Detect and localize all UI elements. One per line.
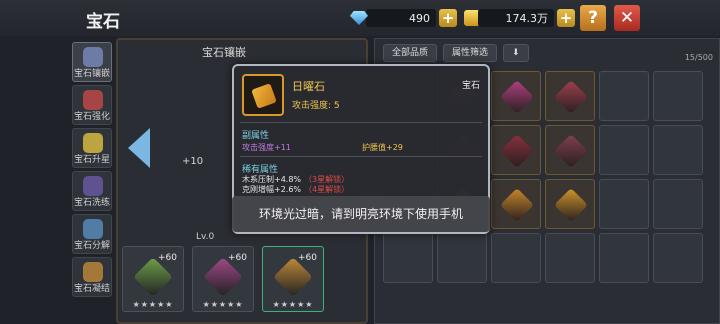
- inventory-cell[interactable]: [491, 71, 541, 121]
- gem-name: 日曜石: [292, 80, 325, 93]
- gem-type: 宝石: [461, 81, 480, 91]
- gem-item-icon: [554, 134, 588, 168]
- equipped-gem-slot[interactable]: +60 ★★★★★: [262, 246, 324, 312]
- gem-item-icon: [500, 80, 534, 114]
- side-tab[interactable]: 宝石升星: [72, 128, 112, 168]
- inventory-cell[interactable]: [383, 233, 433, 283]
- gem-icon: [273, 257, 313, 297]
- sub-attr-armor: 护腰值+29: [362, 143, 403, 152]
- sort-button[interactable]: ⬇: [503, 44, 529, 62]
- rare-attr-2: 克刚增幅+2.6%: [242, 185, 302, 194]
- side-tab-label: 宝石镶嵌: [73, 69, 110, 79]
- inventory-cell[interactable]: [599, 233, 649, 283]
- diamond-amount: 490: [366, 9, 436, 27]
- gem-item-icon: [242, 74, 284, 116]
- inventory-cell[interactable]: [491, 233, 541, 283]
- quality-filter-button[interactable]: 全部品质: [383, 44, 438, 62]
- gem-socket-icon: [83, 47, 103, 67]
- add-gold-button[interactable]: +: [557, 9, 575, 27]
- gem-stars: ★★★★★: [132, 300, 174, 309]
- inventory-cell[interactable]: [437, 233, 487, 283]
- help-button[interactable]: ?: [580, 5, 606, 31]
- side-tab[interactable]: 宝石分解: [72, 214, 112, 254]
- side-tab[interactable]: 宝石强化: [72, 85, 112, 125]
- inventory-cell[interactable]: [599, 125, 649, 175]
- previous-arrow-icon[interactable]: [128, 128, 150, 168]
- decompose-icon: [83, 219, 103, 239]
- gem-bonus: +60: [158, 253, 177, 263]
- filter-row: 全部品质 属性筛选 ⬇: [383, 43, 529, 63]
- inventory-cell[interactable]: [653, 179, 703, 229]
- divider: [240, 156, 482, 157]
- side-tab-label: 宝石升星: [73, 155, 110, 165]
- gold-currency: 174.3万 +: [464, 8, 575, 28]
- inventory-count: 15/500: [684, 53, 713, 62]
- side-tab-label: 宝石凝结: [73, 284, 110, 294]
- inventory-cell[interactable]: [491, 179, 541, 229]
- gem-icon: [203, 257, 243, 297]
- equipped-gem-slot[interactable]: +60 ★★★★★: [122, 246, 184, 312]
- inventory-cell[interactable]: [545, 233, 595, 283]
- gem-item-icon: [554, 188, 588, 222]
- gem-item-icon: [500, 188, 534, 222]
- side-tabs: 宝石镶嵌宝石强化宝石升星宝石洗练宝石分解宝石凝结: [72, 42, 112, 300]
- socket-bonus: +10: [182, 156, 204, 167]
- diamond-currency: 490 +: [350, 8, 457, 28]
- equipped-gem-slot[interactable]: +60 ★★★★★: [192, 246, 254, 312]
- slot-level-pill: Lv.0: [196, 232, 215, 242]
- rare-attr-2-lock: （4星解锁）: [304, 185, 350, 194]
- socket-panel-title: 宝石镶嵌: [202, 46, 246, 59]
- gem-bonus: +60: [298, 253, 317, 263]
- side-tab-label: 宝石强化: [73, 112, 110, 122]
- close-button[interactable]: ✕: [614, 5, 640, 31]
- refine-icon: [83, 176, 103, 196]
- side-tab[interactable]: 宝石镶嵌: [72, 42, 112, 82]
- sub-attr-attack: 攻击强度+11: [242, 143, 291, 152]
- star-icon: [83, 133, 103, 153]
- inventory-cell[interactable]: [545, 179, 595, 229]
- gem-stars: ★★★★★: [202, 300, 244, 309]
- add-diamond-button[interactable]: +: [439, 9, 457, 27]
- gem-item-icon: [500, 134, 534, 168]
- inventory-cell[interactable]: [599, 71, 649, 121]
- inventory-cell[interactable]: [653, 125, 703, 175]
- inventory-cell[interactable]: [653, 233, 703, 283]
- inventory-cell[interactable]: [491, 125, 541, 175]
- side-tab-label: 宝石洗练: [73, 198, 110, 208]
- side-tab-label: 宝石分解: [73, 241, 110, 251]
- inventory-cell[interactable]: [653, 71, 703, 121]
- gem-stars: ★★★★★: [272, 300, 314, 309]
- gem-icon: [133, 257, 173, 297]
- gem-item-icon: [554, 80, 588, 114]
- attribute-filter-button[interactable]: 属性筛选: [443, 44, 498, 62]
- page-title: 宝石: [86, 12, 120, 32]
- divider: [240, 122, 482, 123]
- inventory-cell[interactable]: [545, 125, 595, 175]
- side-tab[interactable]: 宝石洗练: [72, 171, 112, 211]
- side-tab[interactable]: 宝石凝结: [72, 257, 112, 297]
- sub-attr-title: 副属性: [242, 131, 270, 141]
- gem-bonus: +60: [228, 253, 247, 263]
- condense-icon: [83, 262, 103, 282]
- gem-main-stat: 攻击强度: 5: [292, 101, 340, 111]
- inventory-cell[interactable]: [545, 71, 595, 121]
- gem-upgrade-icon: [83, 90, 103, 110]
- equipped-gem-slots: +60 ★★★★★ +60 ★★★★★ +60 ★★★★★: [122, 246, 324, 312]
- inventory-cell[interactable]: [599, 179, 649, 229]
- low-light-toast: 环境光过暗，请到明亮环境下使用手机: [232, 196, 490, 232]
- gold-amount: 174.3万: [478, 9, 554, 27]
